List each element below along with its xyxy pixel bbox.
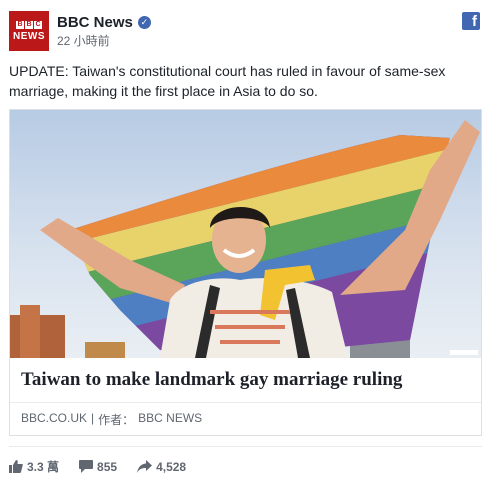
card-author[interactable]: BBC NEWS <box>138 411 202 428</box>
facebook-icon[interactable]: f <box>462 12 480 30</box>
card-domain: BBC.CO.UK <box>21 411 88 425</box>
link-preview-card[interactable]: Taiwan to make landmark gay marriage rul… <box>9 109 482 436</box>
share-arrow-icon <box>137 460 153 473</box>
post-timestamp[interactable]: 22 小時前 <box>57 32 110 49</box>
post-header: B B C NEWS BBC News ✓ 22 小時前 f <box>9 11 482 51</box>
comment-icon <box>79 460 94 473</box>
card-headline[interactable]: Taiwan to make landmark gay marriage rul… <box>21 368 471 392</box>
engagement-bar: 3.3 萬 855 4,528 <box>9 458 206 475</box>
verified-badge-icon: ✓ <box>137 15 151 29</box>
logo-word: NEWS <box>13 30 45 42</box>
post-text: UPDATE: Taiwan's constitutional court ha… <box>9 63 446 99</box>
card-meta-separator: | <box>91 411 95 425</box>
facebook-post: B B C NEWS BBC News ✓ 22 小時前 f UPDATE: T… <box>0 0 491 478</box>
shares-value: 4,528 <box>156 459 187 474</box>
likes-value: 3.3 萬 <box>27 460 60 474</box>
rainbow-flag-photo[interactable] <box>10 110 481 358</box>
bbc-news-logo[interactable]: B B C NEWS <box>9 11 49 51</box>
comments-count[interactable]: 855 <box>79 460 117 474</box>
logo-letter-b2: B <box>25 20 33 29</box>
card-divider <box>10 402 481 403</box>
shares-count[interactable]: 4,528 <box>137 460 186 474</box>
bbc-blocks: B B C <box>16 20 42 29</box>
card-author-label: 作者： <box>98 413 135 427</box>
thumbs-up-icon <box>9 460 23 473</box>
footer-divider <box>9 446 482 447</box>
comments-value: 855 <box>97 459 118 474</box>
page-name[interactable]: BBC News <box>57 14 133 31</box>
likes-count[interactable]: 3.3 萬 <box>9 458 59 475</box>
logo-letter-c: C <box>34 20 42 29</box>
page-name-row: BBC News ✓ <box>57 12 151 32</box>
logo-letter-b1: B <box>16 20 24 29</box>
card-source: BBC.CO.UK | 作者： BBC NEWS <box>21 411 202 428</box>
